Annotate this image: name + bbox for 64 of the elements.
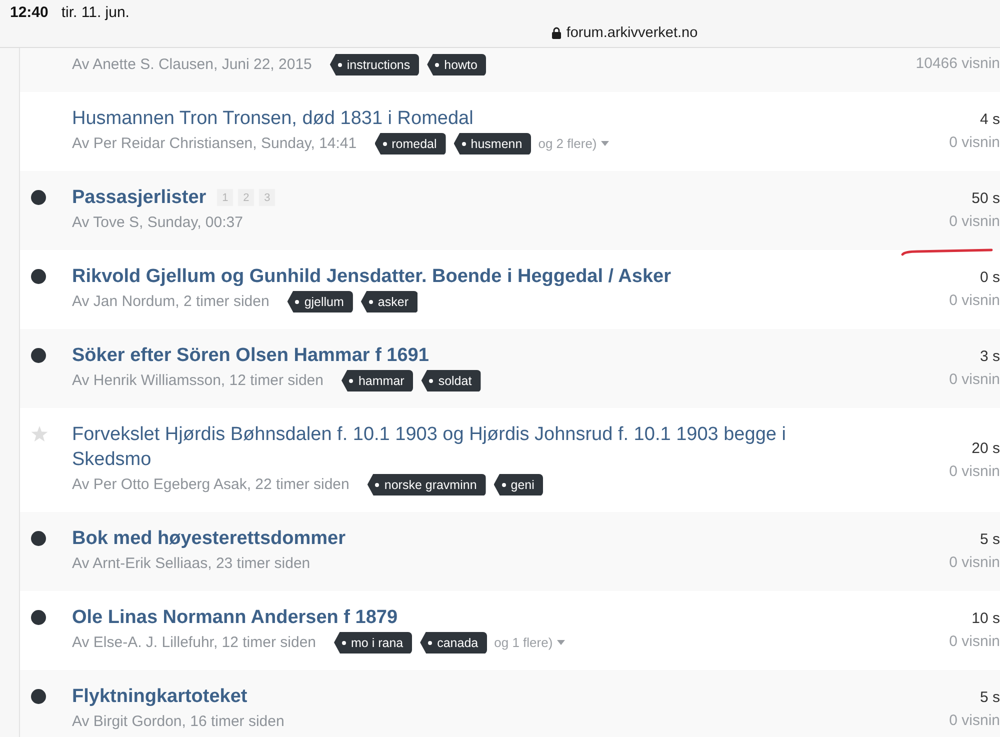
topic-title[interactable]: Söker efter Sören Olsen Hammar f 1691 [72, 343, 429, 368]
tag-hole-icon [375, 482, 380, 486]
topic-title[interactable]: Bok med høyesterettsdommer [72, 526, 346, 551]
tag-hole-icon [368, 300, 373, 304]
author-line: Av Arnt-Erik Selliaas, 23 timer siden [72, 555, 310, 572]
status-date: tir. 11. jun. [61, 4, 130, 20]
reply-count: 0 s [980, 268, 1000, 288]
tag-label[interactable]: husmenn [454, 132, 532, 154]
tag-hole-icon [435, 62, 440, 66]
tag-label[interactable]: instructions [330, 54, 420, 76]
author-line: Av Per Otto Egeberg Asak, 22 timer siden [72, 476, 350, 493]
view-count: 0 visnin [949, 462, 1000, 482]
caret-icon [556, 640, 565, 645]
reply-count: 10 s [972, 609, 1000, 629]
tag-hole-icon [462, 142, 466, 146]
author-line: Av Jan Nordum, 2 timer siden [72, 293, 270, 310]
tag-label[interactable]: asker [360, 290, 418, 312]
reply-count: 5 s [980, 530, 1000, 550]
tag-label[interactable]: hammar [341, 370, 414, 392]
topic-title[interactable]: Ole Linas Normann Andersen f 1879 [72, 605, 398, 630]
view-count: 0 visnin [949, 553, 1000, 573]
tag-hole-icon [428, 640, 432, 644]
tag-label[interactable]: howto [427, 54, 486, 76]
author-line: Av Henrik Williamsson, 12 timer siden [72, 372, 324, 389]
tag-hole-icon [429, 378, 434, 382]
tag-hole-icon [349, 378, 354, 382]
status-time: 12:40 [10, 4, 48, 20]
address-url[interactable]: forum.arkivverket.no [552, 23, 698, 43]
reply-count: 50 s [972, 189, 1000, 209]
caret-icon [600, 141, 609, 146]
lock-icon [552, 27, 562, 39]
reply-count: 20 s [972, 438, 1000, 458]
tag-hole-icon [382, 142, 387, 146]
tag-hole-icon [295, 300, 300, 304]
topic-title[interactable]: Flyktningkartoteket [72, 684, 248, 709]
tag-label[interactable]: mo i rana [334, 632, 412, 654]
view-count: 0 visnin [949, 711, 1000, 731]
topic-title[interactable]: Forvekslet Hjørdis Bøhnsdalen f. 10.1 1903 og Hjørdis Johnsrud f. 10.1 1903 begge i Skedsmo [72, 422, 842, 472]
view-count: 0 visnin [949, 632, 1000, 652]
tag-label[interactable]: soldat [421, 370, 481, 392]
reply-count: 4 s [980, 110, 1000, 130]
topic-title[interactable]: Passasjerlister [72, 185, 206, 210]
author-line: Av Per Reidar Christiansen, Sunday, 14:41 [72, 135, 357, 152]
view-count: 0 visnin [949, 133, 1000, 153]
view-count: 0 visnin [949, 212, 1000, 232]
tag-hole-icon [342, 640, 346, 644]
view-count: 10466 visnin [916, 54, 1000, 74]
author-line: Av Else-A. J. Lillefuhr, 12 timer siden [72, 634, 316, 651]
tag-label[interactable]: canada [420, 632, 488, 654]
author-line: Av Tove S, Sunday, 00:37 [72, 214, 243, 231]
reply-count: 5 s [980, 688, 1000, 708]
tag-hole-icon [338, 62, 342, 66]
topic-title[interactable]: Rikvold Gjellum og Gunhild Jensdatter. Boende i Heggedal / Asker [72, 264, 671, 289]
tag-hole-icon [502, 482, 506, 486]
author-line: Av Birgit Gordon, 16 timer siden [72, 713, 284, 730]
author-line: Av Anette S. Clausen, Juni 22, 2015 [72, 56, 312, 73]
topic-title[interactable]: Husmannen Tron Tronsen, død 1831 i Romedal [72, 106, 474, 131]
reply-count: 3 s [980, 347, 1000, 367]
tag-label[interactable]: gjellum [287, 290, 353, 312]
tag-label[interactable]: norske gravminn [367, 474, 486, 496]
view-count: 0 visnin [949, 291, 1000, 311]
view-count: 0 visnin [949, 370, 1000, 390]
tag-label[interactable]: geni [494, 474, 544, 496]
tag-label[interactable]: romedal [374, 132, 446, 154]
